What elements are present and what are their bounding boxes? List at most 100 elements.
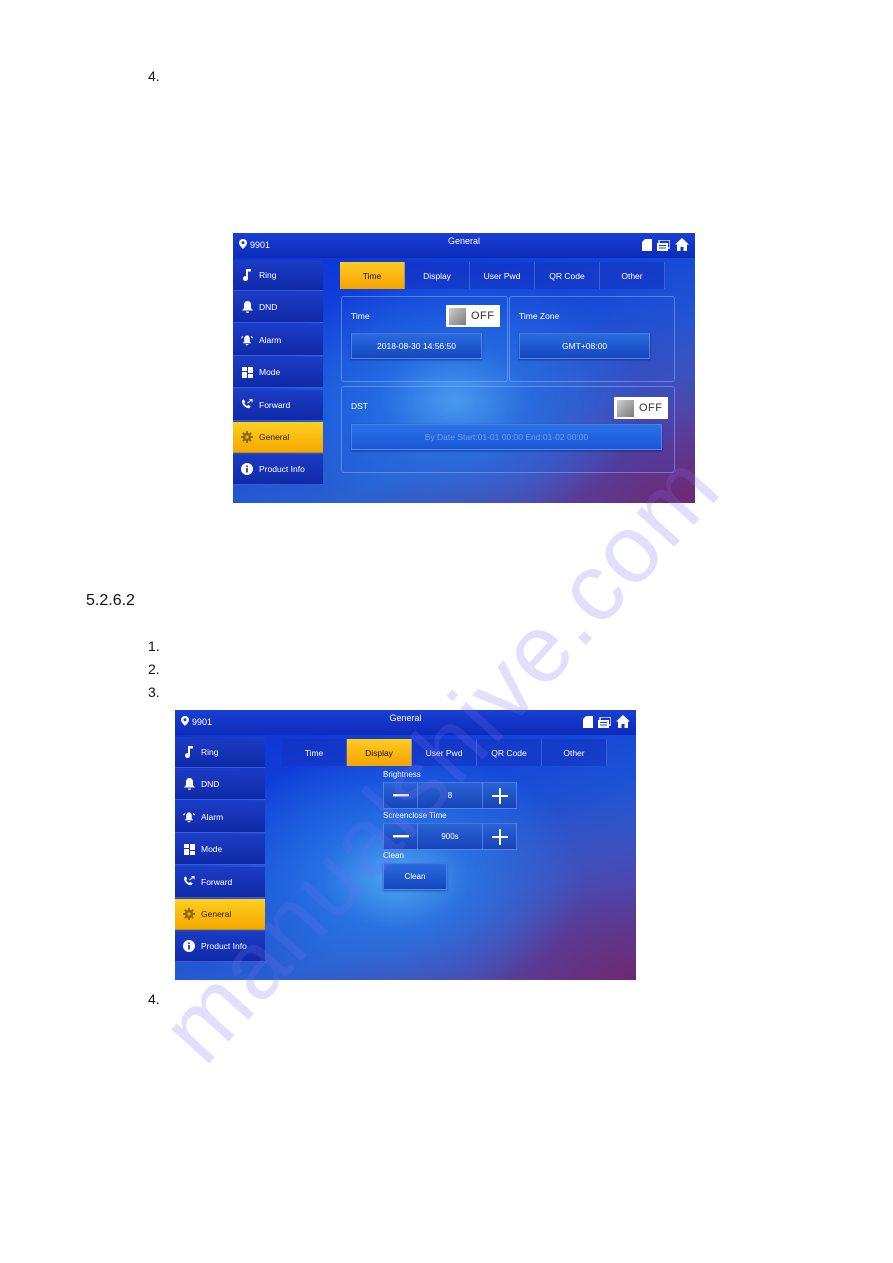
minus-icon: [392, 835, 409, 838]
sidebar-item-label: Forward: [259, 399, 291, 410]
info-icon: [241, 463, 253, 476]
call-forward-icon: [241, 399, 253, 411]
music-note-icon: [241, 269, 253, 281]
brightness-label: Brightness: [383, 770, 421, 779]
sidebar-item-mode[interactable]: Mode: [175, 834, 265, 866]
grid-icon: [183, 843, 195, 855]
time-auto-toggle[interactable]: OFF: [446, 305, 500, 327]
call-forward-icon: [183, 876, 195, 888]
tab-qr-code[interactable]: QR Code: [477, 739, 542, 766]
message-icon[interactable]: [598, 715, 612, 733]
step-number-1: 1.: [148, 638, 160, 654]
tab-display[interactable]: Display: [405, 262, 470, 289]
brightness-decrease-button[interactable]: [383, 782, 418, 809]
time-zone-panel: Time Zone GMT+08:00: [509, 296, 675, 382]
sidebar-item-dnd[interactable]: DND: [233, 292, 323, 324]
sidebar-item-label: Ring: [259, 270, 277, 280]
sidebar-item-alarm[interactable]: Alarm: [233, 324, 323, 356]
sidebar-item-dnd[interactable]: DND: [175, 769, 265, 801]
sidebar-item-forward[interactable]: Forward: [175, 866, 265, 898]
tab-user-pwd[interactable]: User Pwd: [470, 262, 535, 289]
plus-icon: [491, 828, 508, 845]
dst-range-button[interactable]: By Date Start:01-01 00:00 End:01-02 00:0…: [351, 424, 662, 450]
tab-time[interactable]: Time: [340, 262, 405, 289]
sidebar-item-product-info[interactable]: Product Info: [233, 454, 323, 486]
screenclose-time-label: Screenclose Time: [383, 811, 447, 820]
clean-label: Clean: [383, 851, 404, 860]
screenclose-increase-button[interactable]: [482, 823, 517, 850]
step-number-3: 3.: [148, 684, 160, 700]
section-heading: 5.2.6.2: [86, 592, 135, 609]
brightness-increase-button[interactable]: [482, 782, 517, 809]
dst-panel: DST OFF By Date Start:01-01 00:00 End:01…: [341, 386, 675, 473]
sd-card-icon[interactable]: [583, 715, 593, 733]
home-icon[interactable]: [675, 238, 689, 256]
tab-bar: Time Display User Pwd QR Code Other: [340, 262, 665, 289]
brightness-value: 8: [418, 782, 482, 809]
sidebar-item-label: General: [259, 431, 290, 442]
sidebar-item-forward[interactable]: Forward: [233, 389, 323, 421]
device-screen-display-settings: 9901 General Ring DND Alarm Mode Forward…: [175, 710, 636, 980]
sidebar-item-label: Product Info: [259, 464, 305, 475]
toggle-knob: [617, 399, 634, 417]
bell-icon: [183, 778, 195, 791]
tab-user-pwd[interactable]: User Pwd: [412, 739, 477, 766]
sidebar: Ring DND Alarm Mode Forward General Prod…: [175, 737, 265, 980]
screen-title: General: [447, 236, 481, 246]
toggle-state: OFF: [639, 402, 663, 414]
sidebar-item-label: Mode: [259, 367, 281, 378]
sidebar-item-ring[interactable]: Ring: [175, 737, 265, 768]
home-icon[interactable]: [616, 715, 630, 733]
sidebar-item-label: Product Info: [201, 941, 247, 952]
dst-toggle[interactable]: OFF: [614, 397, 668, 419]
sidebar-item-general[interactable]: General: [233, 421, 323, 453]
grid-icon: [241, 366, 253, 378]
date-time-button[interactable]: 2018-08-30 14:56:50: [351, 333, 482, 359]
top-bar: 9901 General: [233, 233, 695, 258]
step-number-4-bottom: 4.: [148, 991, 160, 1007]
screenclose-decrease-button[interactable]: [383, 823, 418, 850]
screenclose-time-value: 900s: [418, 823, 482, 850]
time-zone-label: Time Zone: [519, 311, 560, 321]
sidebar-item-general[interactable]: General: [175, 898, 265, 930]
sidebar-item-label: Forward: [201, 876, 233, 887]
alarm-bell-icon: [241, 334, 253, 346]
sidebar-item-label: Mode: [201, 844, 223, 855]
sidebar-item-label: Ring: [201, 747, 219, 757]
tab-time[interactable]: Time: [282, 739, 347, 766]
plus-icon: [491, 787, 508, 804]
sd-card-icon[interactable]: [642, 238, 652, 256]
sidebar-item-label: DND: [259, 302, 278, 313]
time-panel: Time OFF 2018-08-30 14:56:50: [341, 296, 508, 382]
message-icon[interactable]: [657, 238, 671, 256]
time-zone-button[interactable]: GMT+08:00: [519, 333, 650, 359]
sidebar-item-alarm[interactable]: Alarm: [175, 801, 265, 833]
step-number-2: 2.: [148, 661, 160, 677]
music-note-icon: [183, 746, 195, 758]
sidebar: Ring DND Alarm Mode Forward General Prod…: [233, 260, 323, 503]
dst-label: DST: [351, 401, 368, 411]
sidebar-item-label: General: [201, 908, 232, 919]
step-number-4-top: 4.: [148, 68, 160, 84]
gear-icon: [241, 430, 253, 443]
tab-bar: Time Display User Pwd QR Code Other: [282, 739, 607, 766]
clean-button[interactable]: Clean: [383, 863, 447, 890]
sidebar-item-mode[interactable]: Mode: [233, 357, 323, 389]
toggle-knob: [449, 307, 466, 325]
bell-icon: [241, 301, 253, 314]
screen-title: General: [389, 713, 422, 723]
gear-icon: [183, 907, 195, 920]
tab-display[interactable]: Display: [347, 739, 412, 766]
info-icon: [183, 940, 195, 953]
tab-qr-code[interactable]: QR Code: [535, 262, 600, 289]
sidebar-item-ring[interactable]: Ring: [233, 260, 323, 291]
sidebar-item-label: DND: [201, 779, 220, 790]
brightness-stepper: 8: [383, 782, 517, 809]
tab-other[interactable]: Other: [600, 262, 665, 289]
device-screen-time-settings: 9901 General Ring DND Alarm Mode Forward…: [233, 233, 695, 503]
tab-other[interactable]: Other: [542, 739, 607, 766]
time-label: Time: [351, 311, 370, 321]
alarm-bell-icon: [183, 811, 195, 823]
sidebar-item-product-info[interactable]: Product Info: [175, 931, 265, 963]
sidebar-item-label: Alarm: [201, 811, 224, 822]
